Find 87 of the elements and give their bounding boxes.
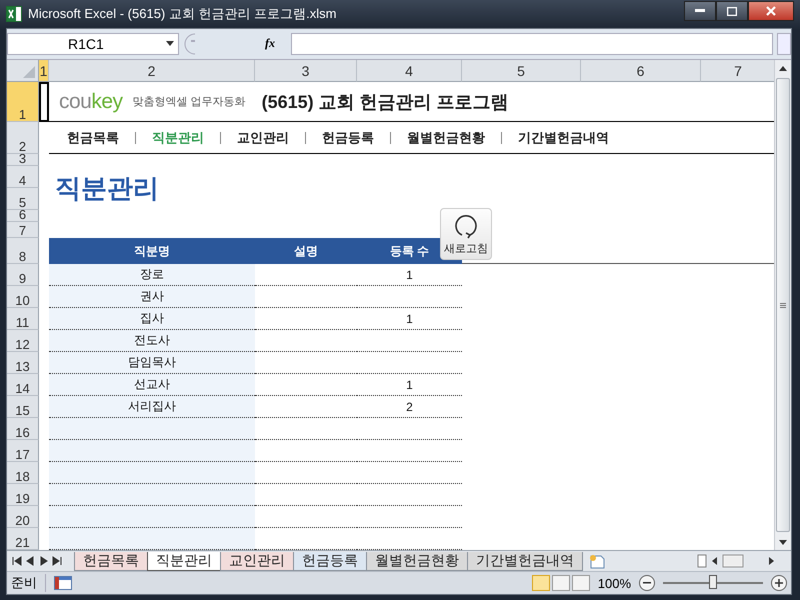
table-cell: 권사 — [49, 286, 255, 308]
zoom-in-button[interactable] — [771, 575, 787, 591]
refresh-button[interactable]: 새로고침 — [440, 208, 492, 260]
menu-link[interactable]: 헌금등록 — [322, 128, 374, 146]
row-header[interactable]: 10 — [7, 286, 39, 308]
table-cell: 집사 — [49, 308, 255, 330]
spreadsheet-app-icon — [6, 6, 22, 22]
page-heading: 직분관리 — [55, 172, 159, 204]
column-header[interactable]: 1 — [39, 60, 49, 82]
menu-link[interactable]: 월별헌금현황 — [407, 128, 485, 146]
scroll-up-icon[interactable] — [779, 66, 787, 70]
maximize-button[interactable] — [716, 1, 748, 21]
table-cell: 전도사 — [49, 330, 255, 352]
table-cell: 선교사 — [49, 374, 255, 396]
table-cell: 1 — [357, 374, 462, 396]
status-text: 준비 — [11, 574, 46, 592]
tagline: 맞춤형엑셀 업무자동화 — [132, 95, 246, 109]
sheet-tab[interactable]: 기간별헌금내역 — [467, 552, 583, 570]
zoom-out-button[interactable] — [639, 575, 655, 591]
sheet-icon[interactable] — [54, 576, 72, 590]
sheet-tab[interactable]: 헌금등록 — [293, 552, 367, 570]
row-header[interactable]: 13 — [7, 352, 39, 374]
row-header[interactable]: 16 — [7, 418, 39, 440]
column-header[interactable]: 6 — [581, 60, 701, 82]
vertical-scrollbar[interactable] — [774, 60, 791, 550]
sheet-tab[interactable]: 헌금목록 — [74, 552, 148, 570]
close-button[interactable] — [748, 1, 794, 21]
column-header[interactable]: 5 — [462, 60, 581, 82]
window-title: Microsoft Excel - (5615) 교회 헌금관리 프로그램.xlsm — [28, 5, 338, 23]
row-header[interactable]: 6 — [7, 210, 39, 222]
zoom-level: 100% — [598, 576, 631, 590]
column-heading: 직분명 — [49, 238, 255, 264]
sheet-tab[interactable]: 교인관리 — [220, 552, 294, 570]
column-header[interactable]: 3 — [255, 60, 357, 82]
table-cell: 1 — [357, 264, 462, 286]
row-header[interactable]: 14 — [7, 374, 39, 396]
page-break-button[interactable] — [572, 575, 590, 591]
minus-icon — [643, 582, 651, 584]
table-cell: 서리집사 — [49, 396, 255, 418]
grip-icon — [780, 302, 786, 308]
table-cell: 장로 — [49, 264, 255, 286]
row-header[interactable]: 15 — [7, 396, 39, 418]
close-icon — [766, 6, 776, 16]
column-header[interactable]: 2 — [49, 60, 255, 82]
row-header[interactable]: 11 — [7, 308, 39, 330]
program-title: (5615) 교회 헌금관리 프로그램 — [262, 90, 509, 114]
row-header[interactable]: 12 — [7, 330, 39, 352]
insert-function-button[interactable]: fx — [265, 36, 287, 52]
row-header[interactable]: 9 — [7, 264, 39, 286]
menu-link[interactable]: 교인관리 — [237, 128, 289, 146]
table-cell: 1 — [357, 308, 462, 330]
row-header[interactable]: 20 — [7, 506, 39, 528]
sheet-tab[interactable]: 직분관리 — [147, 552, 221, 570]
maximize-icon — [727, 6, 737, 16]
row-header[interactable]: 4 — [7, 166, 39, 188]
refresh-icon — [453, 212, 479, 238]
column-header[interactable]: 7 — [701, 60, 774, 82]
menu-link[interactable]: 헌금목록 — [67, 128, 119, 146]
table-cell: 2 — [357, 396, 462, 418]
row-header[interactable]: 5 — [7, 188, 39, 210]
formula-bar-divider-icon — [183, 33, 197, 55]
scroll-down-icon[interactable] — [779, 540, 787, 544]
formula-field[interactable] — [291, 33, 773, 55]
minimize-button[interactable] — [684, 1, 716, 21]
triangle-icon — [23, 66, 35, 78]
zoom-slider-thumb[interactable] — [709, 575, 717, 589]
row-header[interactable]: 17 — [7, 440, 39, 462]
row-header[interactable]: 7 — [7, 222, 39, 238]
name-box[interactable]: R1C1 — [7, 33, 179, 55]
sheet-tab[interactable]: 월별헌금현황 — [366, 552, 468, 570]
row-header[interactable]: 19 — [7, 484, 39, 506]
column-heading: 설명 — [255, 238, 357, 264]
row-header[interactable]: 18 — [7, 462, 39, 484]
row-header[interactable]: 21 — [7, 528, 39, 550]
logo: coukey — [59, 90, 123, 114]
page-layout-button[interactable] — [552, 575, 570, 591]
caret-icon — [166, 41, 174, 47]
row-header[interactable]: 2 — [7, 122, 39, 154]
column-header[interactable]: 4 — [357, 60, 462, 82]
minimize-icon — [695, 9, 705, 13]
row-header[interactable]: 1 — [7, 82, 39, 122]
menu-link[interactable]: 기간별헌금내역 — [518, 128, 609, 146]
row-header[interactable]: 8 — [7, 238, 39, 264]
table-cell: 담임목사 — [49, 352, 255, 374]
row-header[interactable]: 3 — [7, 154, 39, 166]
plus-icon — [775, 579, 783, 587]
menu-link[interactable]: 직분관리 — [152, 128, 204, 146]
